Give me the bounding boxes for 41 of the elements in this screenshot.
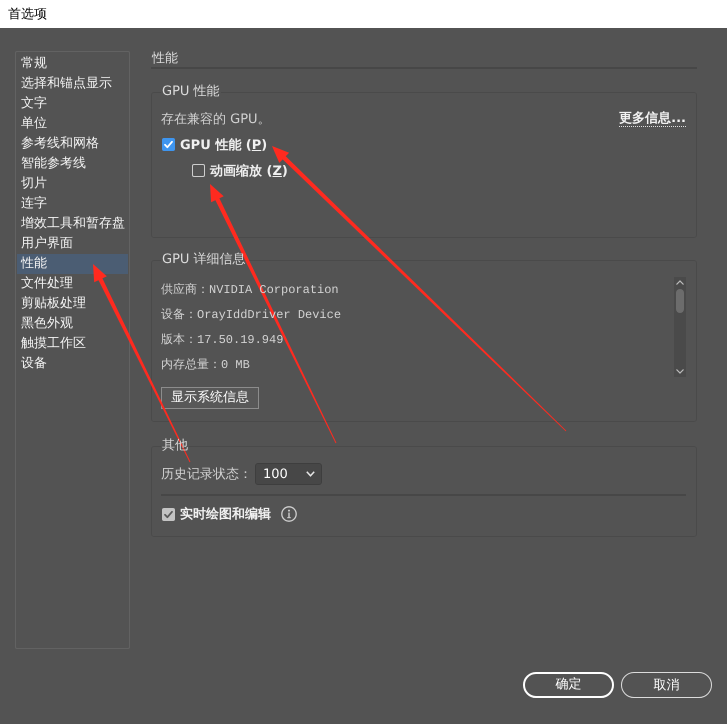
category-item[interactable]: 增效工具和暂存盘 [17, 214, 128, 234]
checkbox-label: 实时绘图和编辑 [180, 506, 271, 523]
ok-button[interactable]: 确定 [523, 672, 614, 698]
scrollbar[interactable] [674, 277, 686, 377]
group-title: GPU 性能 [161, 84, 221, 100]
chevron-up-icon[interactable] [676, 280, 684, 285]
category-item[interactable]: 选择和锚点显示 [17, 74, 128, 94]
category-item[interactable]: 单位 [17, 114, 128, 134]
category-item[interactable]: 常规 [17, 54, 128, 74]
category-item[interactable]: 剪贴板处理 [17, 294, 128, 314]
chevron-down-icon [306, 471, 315, 477]
category-item[interactable]: 黑色外观 [17, 314, 128, 334]
window-title: 首选项 [8, 6, 47, 23]
category-item[interactable]: 文字 [17, 94, 128, 114]
category-item[interactable]: 智能参考线 [17, 154, 128, 174]
detail-line: 内存总量：0 MB [161, 357, 251, 374]
checkbox[interactable] [162, 508, 175, 520]
category-item[interactable]: 参考线和网格 [17, 134, 128, 154]
more-info-link[interactable]: 更多信息... [619, 110, 686, 126]
scrollbar-thumb[interactable] [676, 289, 684, 313]
field-label: 历史记录状态： [161, 466, 252, 483]
history-states-dropdown[interactable]: 100 [255, 463, 322, 485]
category-item[interactable]: 性能 [17, 254, 128, 274]
checkbox[interactable] [162, 138, 175, 151]
info-icon[interactable] [281, 506, 297, 522]
category-item[interactable]: 用户界面 [17, 234, 128, 254]
category-item[interactable]: 触摸工作区 [17, 334, 128, 354]
group-title: GPU 详细信息 [161, 252, 247, 268]
status-text: 存在兼容的 GPU。 [161, 110, 271, 128]
checkbox[interactable] [192, 164, 205, 177]
cancel-button[interactable]: 取消 [621, 672, 712, 698]
category-item[interactable]: 文件处理 [17, 274, 128, 294]
category-item[interactable]: 设备 [17, 354, 128, 374]
category-item[interactable]: 切片 [17, 174, 128, 194]
category-item[interactable]: 连字 [17, 194, 128, 214]
checkbox-label: GPU 性能 (P) [180, 136, 268, 154]
detail-line: 版本：17.50.19.949 [161, 332, 284, 349]
checkbox-label: 动画缩放 (Z) [210, 162, 288, 180]
section-heading: 性能 [151, 51, 697, 69]
show-system-info-button[interactable]: 显示系统信息 [161, 387, 259, 409]
chevron-down-icon[interactable] [676, 369, 684, 374]
